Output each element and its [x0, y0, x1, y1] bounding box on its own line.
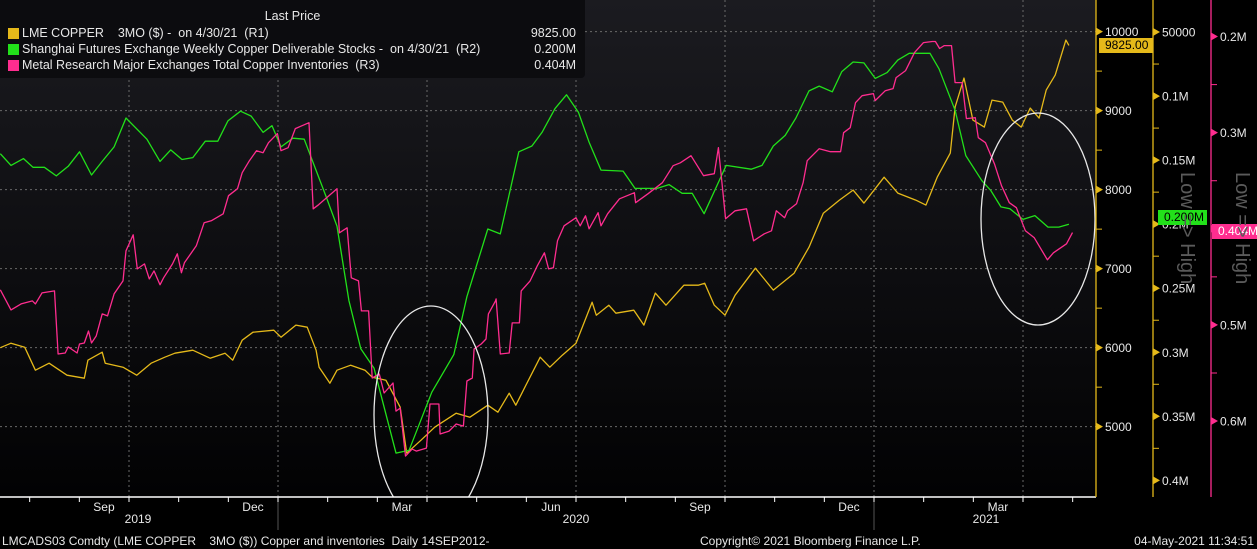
r2-tick-marker — [1153, 348, 1160, 357]
r1-tick-label: 8000 — [1105, 183, 1132, 197]
r2-tick-marker — [1153, 28, 1160, 37]
r1-tick-label: 10000 — [1105, 25, 1139, 39]
r1-tick-label: 6000 — [1105, 341, 1132, 355]
r3-tick-marker — [1211, 320, 1218, 329]
r2-tick-label: 0.15M — [1162, 154, 1195, 168]
legend-item-total-inventories: Metal Research Major Exchanges Total Cop… — [8, 58, 576, 74]
r1-tick-label: 7000 — [1105, 262, 1132, 276]
r2-tick-marker — [1153, 284, 1160, 293]
legend-value: 0.200M — [534, 42, 576, 56]
r2-tick-label: 50000 — [1162, 26, 1196, 40]
r2-tick-label: 0.3M — [1162, 346, 1189, 360]
legend-title: Last Price — [264, 9, 321, 23]
legend-label: Shanghai Futures Exchange Weekly Copper … — [22, 42, 481, 56]
r1-tick-label: 5000 — [1105, 420, 1132, 434]
legend-swatch — [8, 28, 19, 39]
x-tick-label: Sep — [689, 500, 711, 514]
r3-tick-marker — [1211, 32, 1218, 41]
r3-tick-marker — [1211, 417, 1218, 426]
footer-timestamp: 04-May-2021 11:34:51 — [1134, 534, 1254, 548]
r2-tick-marker — [1153, 92, 1160, 101]
r1-tick-marker — [1096, 422, 1103, 431]
r1-tick-marker — [1096, 185, 1103, 194]
legend-item-lme-copper: LME COPPER 3MO ($) - on 4/30/21 (R1) 982… — [8, 26, 576, 42]
x-tick-label: Jun — [541, 500, 561, 514]
legend-swatch — [8, 44, 19, 55]
x-tick-label: Dec — [242, 500, 264, 514]
r2-tick-label: 0.35M — [1162, 410, 1195, 424]
r3-tick-label: 0.5M — [1220, 318, 1247, 332]
r3-tick-marker — [1211, 128, 1218, 137]
legend-value: 0.404M — [534, 58, 576, 72]
footer-ticker: LMCADS03 Comdty (LME COPPER 3MO ($)) Cop… — [2, 534, 490, 548]
r2-tick-marker — [1153, 412, 1160, 421]
r1-tick-marker — [1096, 264, 1103, 273]
r2-orientation-note: Low => High — [1176, 172, 1198, 285]
r2-tick-marker — [1153, 476, 1160, 485]
r1-tick-label: 9000 — [1105, 104, 1132, 118]
r1-tick-marker — [1096, 343, 1103, 352]
r1-last-value-tag: 9825.00 — [1099, 38, 1153, 53]
footer-copyright: Copyright© 2021 Bloomberg Finance L.P. — [700, 534, 921, 548]
legend-label: Metal Research Major Exchanges Total Cop… — [22, 58, 380, 72]
year-label-2021: 2021 — [972, 512, 1000, 526]
x-tick-label: Mar — [987, 500, 1009, 514]
x-tick-label: Mar — [391, 500, 413, 514]
r3-tick-label: 0.6M — [1220, 415, 1247, 429]
year-label-2020: 2020 — [562, 512, 590, 526]
r3-tick-label: 0.3M — [1220, 126, 1247, 140]
r2-tick-marker — [1153, 156, 1160, 165]
year-label-2019: 2019 — [124, 512, 152, 526]
x-tick-label: Dec — [838, 500, 860, 514]
chart: 10000 9000 8000 7000 6000 5000 50000 0.1M 0.15M 0… — [0, 0, 1247, 530]
r1-tick-marker — [1096, 106, 1103, 115]
legend-swatch — [8, 60, 19, 71]
legend: Last Price LME COPPER 3MO ($) - on 4/30/… — [0, 0, 585, 78]
r2-tick-label: 0.4M — [1162, 474, 1189, 488]
legend-value: 9825.00 — [530, 26, 576, 40]
legend-item-shfe-stocks: Shanghai Futures Exchange Weekly Copper … — [8, 42, 576, 58]
r3-tick-label: 0.2M — [1220, 30, 1247, 44]
r1-tick-marker — [1096, 27, 1103, 36]
r3-orientation-note: Low => High — [1231, 172, 1253, 285]
r2-tick-label: 0.1M — [1162, 90, 1189, 104]
legend-label: LME COPPER 3MO ($) - on 4/30/21 (R1) — [22, 26, 269, 40]
x-tick-label: Sep — [93, 500, 115, 514]
